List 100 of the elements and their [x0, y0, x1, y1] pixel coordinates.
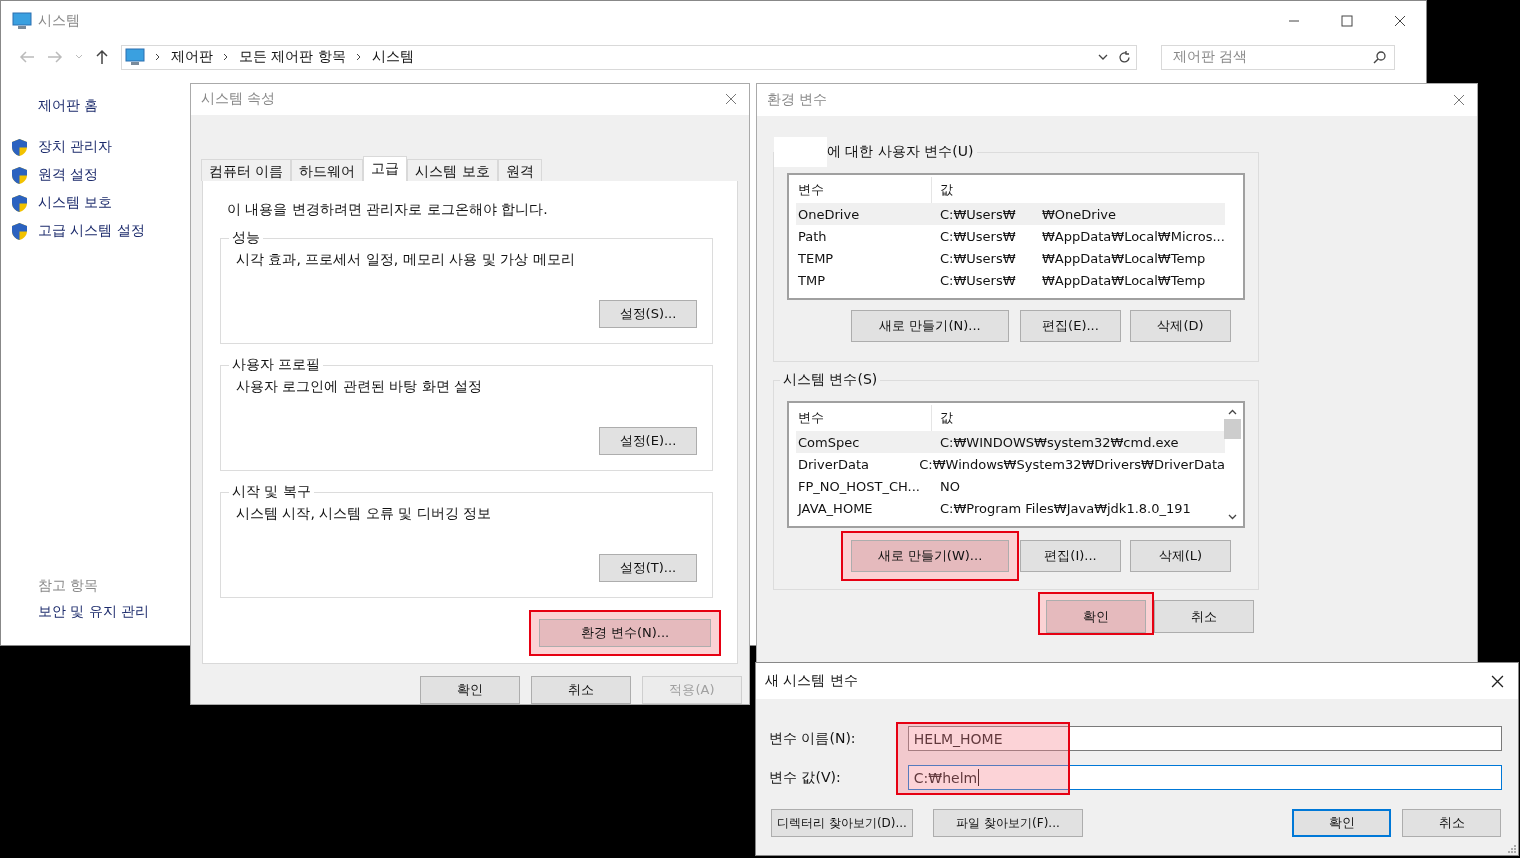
list-row[interactable]: TMP C:₩Users₩ ₩AppData₩Local₩Temp [796, 269, 1225, 291]
breadcrumb-item[interactable]: 모든 제어판 항목 [239, 48, 346, 66]
list-row[interactable]: JAVA_HOME C:₩Program Files₩Java₩jdk1.8.0_191 [796, 497, 1225, 519]
tab[interactable]: 컴퓨터 이름 [201, 159, 292, 182]
list-action-button[interactable]: 새로 만들기(W)... [851, 540, 1009, 572]
list-row[interactable]: DriverData C:₩Windows₩System32₩Drivers₩DriverData [796, 453, 1225, 475]
sidebar-link[interactable]: 보안 및 유지 관리 [38, 603, 191, 621]
dialog-button[interactable]: 취소 [531, 676, 631, 704]
variable-value: C:₩Windows₩System32₩Drivers₩DriverData [918, 456, 1225, 472]
refresh-icon[interactable] [1118, 50, 1131, 64]
shield-icon [11, 193, 28, 213]
dialog-button[interactable]: 확인 [1292, 809, 1391, 837]
redaction-mark [774, 137, 827, 167]
shield-icon [11, 221, 28, 241]
maximize-icon[interactable] [1341, 15, 1353, 27]
variable-value: C:₩Users₩ [939, 206, 1017, 222]
dialog-button[interactable]: 파일 찾아보기(F)... [933, 809, 1083, 837]
scroll-up-icon[interactable] [1228, 409, 1237, 415]
variable-name: OneDrive [797, 206, 861, 222]
search-field[interactable]: 제어판 검색 [1161, 44, 1395, 70]
variable-value: C:₩Users₩ [939, 250, 1017, 266]
field-label: 변수 이름(N): [769, 729, 857, 748]
variable-value: ₩AppData₩Local₩Temp [1042, 250, 1206, 266]
dialog-button[interactable]: 확인 [420, 676, 520, 704]
input-field[interactable]: HELM_HOME [907, 726, 1502, 751]
variable-value: ₩AppData₩Local₩Micros... [1042, 228, 1225, 244]
variable-value: NO [939, 478, 960, 494]
close-icon[interactable] [1491, 674, 1504, 688]
dialog-button[interactable]: 디렉터리 찾아보기(D)... [771, 809, 913, 837]
notice-text: 이 내용을 변경하려면 관리자로 로그온해야 합니다. [227, 201, 549, 220]
settings-button[interactable]: 설정(E)... [599, 427, 697, 456]
chevron-icon [355, 53, 362, 61]
column-header[interactable]: 값 [932, 405, 1223, 431]
variable-name: DriverData [797, 456, 871, 472]
variable-value: C:₩Users₩ [939, 228, 1017, 244]
variable-name: FP_NO_HOST_CH... [797, 478, 921, 494]
input-field[interactable]: C:₩helm [907, 765, 1502, 790]
variable-value: ₩OneDrive [1042, 206, 1116, 222]
settings-button[interactable]: 설정(T)... [599, 554, 697, 583]
variable-value: C:₩Users₩ [939, 272, 1017, 288]
search-icon [1373, 50, 1386, 64]
list-row[interactable]: TEMP C:₩Users₩ ₩AppData₩Local₩Temp [796, 247, 1225, 269]
tab[interactable]: 하드웨어 [291, 159, 364, 182]
shield-icon [11, 137, 28, 157]
list-row[interactable]: ComSpec C:₩WINDOWS₩system32₩cmd.exe [796, 431, 1225, 453]
section-heading: 참고 항목 [38, 577, 100, 595]
variable-name: JAVA_HOME [796, 500, 874, 516]
breadcrumb-item[interactable]: 시스템 [371, 48, 414, 66]
list-row[interactable]: Path C:₩Users₩ ₩AppData₩Local₩Micros... [796, 225, 1225, 247]
variable-value: C:₩Program Files₩Java₩jdk1.8.0_191 [939, 500, 1191, 516]
dialog-title: 새 시스템 변수 [765, 672, 858, 690]
variable-name: Path [797, 228, 828, 244]
address-bar[interactable]: 제어판 모든 제어판 항목 시스템 [121, 44, 1137, 70]
up-arrow-icon[interactable] [95, 49, 109, 65]
resize-grip-icon[interactable] [1508, 845, 1516, 853]
tab[interactable]: 원격 [497, 159, 542, 182]
shield-icon [11, 165, 28, 185]
list-action-button[interactable]: 편집(I)... [1020, 540, 1121, 572]
monitor-icon [12, 12, 32, 30]
scroll-thumb[interactable] [1224, 419, 1241, 439]
monitor-icon [125, 48, 145, 66]
variable-value: C:₩WINDOWS₩system32₩cmd.exe [939, 434, 1179, 450]
group-description: 사용자 로그인에 관련된 바탕 화면 설정 [236, 378, 484, 397]
group-description: 시스템 시작, 시스템 오류 및 디버깅 정보 [236, 505, 493, 524]
dropdown-icon[interactable] [1098, 53, 1108, 61]
list-action-button[interactable]: 편집(E)... [1020, 310, 1121, 342]
dialog-button[interactable]: 확인 [1046, 600, 1146, 633]
list-action-button[interactable]: 새로 만들기(N)... [851, 310, 1009, 342]
group-title: 시작 및 복구 [229, 483, 314, 502]
environment-variables-button[interactable]: 환경 변수(N)... [539, 619, 711, 648]
dialog-title: 환경 변수 [767, 91, 828, 109]
group-description: 시각 효과, 프로세서 일정, 메모리 사용 및 가상 메모리 [236, 251, 576, 270]
list-row[interactable]: OneDrive C:₩Users₩ ₩OneDrive [796, 203, 1225, 225]
sidebar-link[interactable]: 제어판 홈 [38, 97, 191, 115]
window-title: 시스템 [38, 12, 80, 30]
group-title: 에 대한 사용자 변수(U) [827, 143, 974, 161]
list-row[interactable]: FP_NO_HOST_CH... NO [796, 475, 1225, 497]
tab[interactable]: 시스템 보호 [407, 159, 498, 182]
list-action-button[interactable]: 삭제(D) [1130, 310, 1231, 342]
field-label: 변수 값(V): [769, 768, 842, 787]
variable-value: ₩AppData₩Local₩Temp [1042, 272, 1206, 288]
variable-name: TEMP [797, 250, 835, 266]
tab[interactable]: 고급 [363, 156, 408, 182]
chevron-icon [155, 53, 161, 61]
variable-name: ComSpec [797, 434, 861, 450]
dialog-button[interactable]: 취소 [1402, 809, 1501, 837]
scroll-down-icon[interactable] [1228, 514, 1237, 520]
dialog-title: 시스템 속성 [201, 90, 276, 109]
list-action-button[interactable]: 삭제(L) [1130, 540, 1231, 572]
sidebar-link[interactable]: 고급 시스템 설정 [38, 222, 145, 240]
chevron-icon [223, 53, 229, 61]
column-header[interactable]: 값 [932, 177, 1223, 203]
breadcrumb-item[interactable]: 제어판 [171, 48, 213, 66]
sidebar-link[interactable]: 원격 설정 [38, 166, 99, 184]
dialog-button[interactable]: 취소 [1154, 600, 1254, 633]
close-icon[interactable] [1394, 15, 1406, 27]
sidebar-link[interactable]: 장치 관리자 [38, 138, 113, 156]
settings-button[interactable]: 설정(S)... [599, 300, 697, 329]
variable-name: TMP [797, 272, 826, 288]
sidebar-link[interactable]: 시스템 보호 [38, 194, 113, 212]
